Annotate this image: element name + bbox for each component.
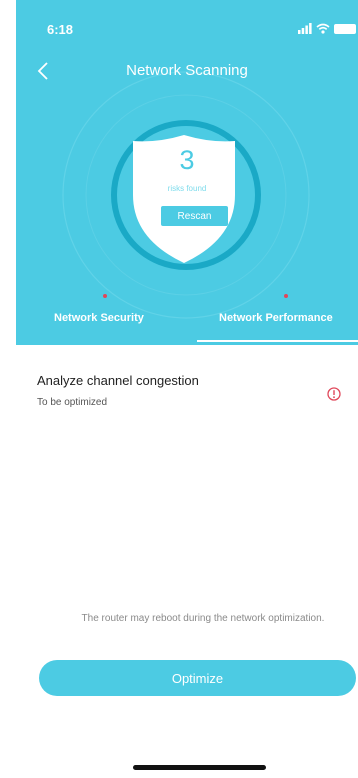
reboot-note: The router may reboot during the network…	[81, 613, 325, 624]
active-tab-indicator	[197, 340, 358, 342]
app-screen: 6:18 Network Scanning 3 risks found Resc…	[16, 0, 358, 778]
signal-icon	[298, 23, 312, 34]
page-title: Network Scanning	[126, 62, 248, 79]
home-indicator	[133, 765, 266, 770]
item-status: To be optimized	[37, 397, 108, 408]
tab-network-performance[interactable]: Network Performance	[219, 312, 333, 324]
optimize-button[interactable]: Optimize	[39, 660, 356, 696]
risk-label: risks found	[167, 184, 207, 193]
risk-count: 3	[179, 145, 195, 175]
battery-icon	[334, 24, 356, 34]
tab-alert-dot-performance	[284, 294, 288, 298]
wifi-icon	[316, 23, 330, 34]
scan-hero-panel: 6:18 Network Scanning 3 risks found Resc…	[16, 0, 358, 345]
rescan-button[interactable]: Rescan	[161, 206, 228, 226]
tab-network-security[interactable]: Network Security	[54, 312, 144, 324]
tab-alert-dot-security	[103, 294, 107, 298]
item-title: Analyze channel congestion	[37, 373, 199, 388]
status-icons	[298, 23, 358, 35]
status-time: 6:18	[47, 22, 74, 37]
status-bar: 6:18	[16, 0, 358, 52]
warning-icon	[327, 387, 341, 401]
